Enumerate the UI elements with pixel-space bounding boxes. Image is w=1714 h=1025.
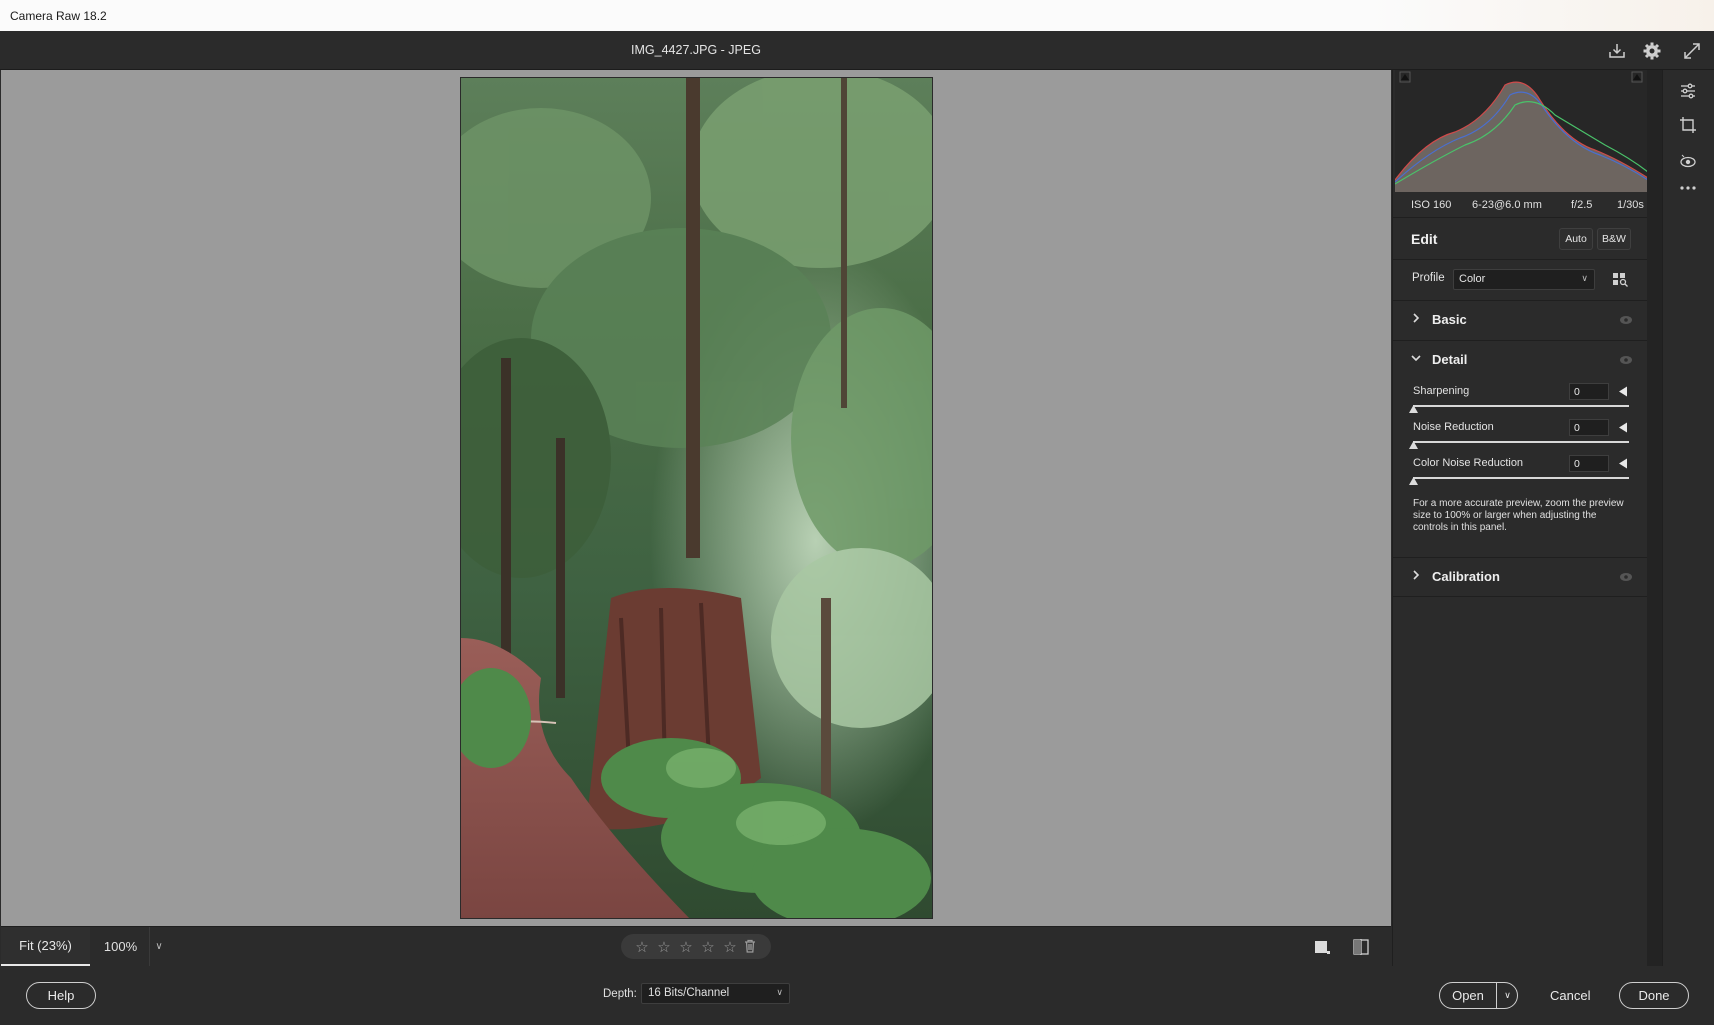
done-button[interactable]: Done bbox=[1619, 982, 1689, 1009]
sharpening-value-input[interactable]: 0 bbox=[1569, 383, 1609, 400]
cancel-button[interactable]: Cancel bbox=[1550, 988, 1590, 1003]
chevron-right-icon bbox=[1410, 312, 1422, 324]
visibility-eye-icon[interactable] bbox=[1619, 571, 1633, 581]
chevron-down-icon: ∨ bbox=[776, 987, 783, 997]
edit-title: Edit bbox=[1411, 231, 1438, 247]
rating-star-3[interactable]: ☆ bbox=[678, 938, 694, 956]
sharpening-slider: Sharpening 0 bbox=[1393, 383, 1648, 417]
exif-aperture: f/2.5 bbox=[1571, 199, 1593, 211]
exif-lens: 6-23@6.0 mm bbox=[1472, 199, 1542, 211]
chevron-down-icon: ∨ bbox=[1581, 273, 1588, 283]
color-noise-reduction-slider: Color Noise Reduction 0 bbox=[1393, 455, 1648, 489]
reset-triangle-icon[interactable] bbox=[1618, 386, 1628, 397]
slider-label: Color Noise Reduction bbox=[1413, 457, 1524, 469]
profile-row: Profile Color ∨ bbox=[1393, 260, 1648, 300]
exif-info: ISO 160 6-23@6.0 mm f/2.5 1/30s bbox=[1393, 192, 1648, 218]
basic-section-header[interactable]: Basic bbox=[1393, 301, 1648, 339]
app-header: IMG_4427.JPG - JPEG bbox=[0, 31, 1714, 70]
edit-sliders-icon[interactable] bbox=[1677, 80, 1699, 102]
reset-triangle-icon[interactable] bbox=[1618, 458, 1628, 469]
slider-track[interactable] bbox=[1413, 405, 1629, 407]
red-eye-icon[interactable] bbox=[1677, 150, 1699, 172]
footer-bar: Help Depth: 16 Bits/Channel ∨ Open ∨ Can… bbox=[0, 966, 1714, 1025]
os-title-bar: Camera Raw 18.2 bbox=[0, 0, 1714, 31]
visibility-eye-icon[interactable] bbox=[1619, 354, 1633, 364]
detail-section-header[interactable]: Detail bbox=[1393, 341, 1648, 379]
slider-track[interactable] bbox=[1413, 477, 1629, 479]
rating-star-4[interactable]: ☆ bbox=[700, 938, 716, 956]
before-after-view-icon[interactable] bbox=[1352, 938, 1370, 956]
reset-triangle-icon[interactable] bbox=[1618, 422, 1628, 433]
gear-icon[interactable] bbox=[1641, 40, 1663, 62]
calibration-section-title: Calibration bbox=[1432, 569, 1500, 584]
help-button[interactable]: Help bbox=[26, 982, 96, 1009]
detail-preview-note: For a more accurate preview, zoom the pr… bbox=[1413, 498, 1624, 533]
more-options-icon[interactable] bbox=[1677, 177, 1699, 199]
basic-section-title: Basic bbox=[1432, 312, 1467, 327]
detail-section: Detail Sharpening 0 Noise Reduction 0 Co… bbox=[1393, 340, 1648, 557]
rating-star-1[interactable]: ☆ bbox=[634, 938, 650, 956]
slider-track[interactable] bbox=[1413, 441, 1629, 443]
histogram[interactable] bbox=[1394, 70, 1649, 192]
profile-select[interactable]: Color ∨ bbox=[1453, 269, 1595, 290]
open-options-chevron-icon[interactable]: ∨ bbox=[1497, 983, 1518, 1008]
depth-value: 16 Bits/Channel bbox=[648, 987, 730, 999]
window-title: Camera Raw 18.2 bbox=[10, 9, 107, 23]
exif-shutter: 1/30s bbox=[1617, 199, 1644, 211]
slider-thumb[interactable] bbox=[1409, 402, 1418, 413]
profile-value: Color bbox=[1459, 273, 1486, 285]
slider-thumb[interactable] bbox=[1409, 474, 1418, 485]
trash-icon[interactable] bbox=[744, 939, 758, 955]
open-button-group: Open ∨ bbox=[1439, 982, 1518, 1009]
basic-section: Basic bbox=[1393, 300, 1648, 340]
zoom-100-button[interactable]: 100% bbox=[92, 927, 150, 966]
depth-label: Depth: bbox=[603, 988, 637, 1000]
exif-iso: ISO 160 bbox=[1411, 199, 1452, 211]
detail-section-title: Detail bbox=[1432, 352, 1468, 367]
chevron-right-icon bbox=[1410, 569, 1422, 581]
calibration-section: Calibration bbox=[1393, 557, 1648, 597]
chevron-down-icon bbox=[1410, 352, 1422, 364]
preview-toolbar: Fit (23%) 100% ∨ ☆ ☆ ☆ ☆ ☆ bbox=[1, 926, 1391, 966]
visibility-eye-icon[interactable] bbox=[1619, 314, 1633, 324]
rating-star-2[interactable]: ☆ bbox=[656, 938, 672, 956]
rating-star-5[interactable]: ☆ bbox=[722, 938, 738, 956]
panel-scroll-gutter bbox=[1647, 70, 1662, 966]
file-title: IMG_4427.JPG - JPEG bbox=[631, 43, 761, 57]
photo-preview[interactable] bbox=[460, 77, 933, 919]
profile-browser-icon[interactable] bbox=[1612, 271, 1628, 287]
open-button[interactable]: Open bbox=[1440, 988, 1496, 1003]
auto-button[interactable]: Auto bbox=[1559, 228, 1593, 250]
edit-header: Edit Auto B&W bbox=[1393, 218, 1648, 260]
noise-reduction-slider: Noise Reduction 0 bbox=[1393, 419, 1648, 453]
slider-label: Sharpening bbox=[1413, 385, 1470, 397]
slider-label: Noise Reduction bbox=[1413, 421, 1494, 433]
noise-reduction-value-input[interactable]: 0 bbox=[1569, 419, 1609, 436]
edit-panel: ISO 160 6-23@6.0 mm f/2.5 1/30s Edit Aut… bbox=[1392, 70, 1649, 966]
calibration-section-header[interactable]: Calibration bbox=[1393, 558, 1648, 596]
save-icon[interactable] bbox=[1606, 40, 1628, 62]
single-view-icon[interactable] bbox=[1313, 938, 1331, 956]
crop-icon[interactable] bbox=[1677, 114, 1699, 136]
depth-select[interactable]: 16 Bits/Channel ∨ bbox=[641, 983, 790, 1004]
bw-button[interactable]: B&W bbox=[1597, 228, 1631, 250]
profile-label: Profile bbox=[1412, 272, 1445, 284]
color-noise-reduction-value-input[interactable]: 0 bbox=[1569, 455, 1609, 472]
slider-thumb[interactable] bbox=[1409, 438, 1418, 449]
star-rating: ☆ ☆ ☆ ☆ ☆ bbox=[621, 934, 771, 959]
zoom-dropdown-chevron-icon[interactable]: ∨ bbox=[151, 927, 167, 966]
fullscreen-icon[interactable] bbox=[1681, 40, 1703, 62]
image-preview-area[interactable] bbox=[1, 70, 1391, 926]
tool-strip bbox=[1662, 70, 1714, 966]
zoom-fit-button[interactable]: Fit (23%) bbox=[1, 927, 90, 966]
